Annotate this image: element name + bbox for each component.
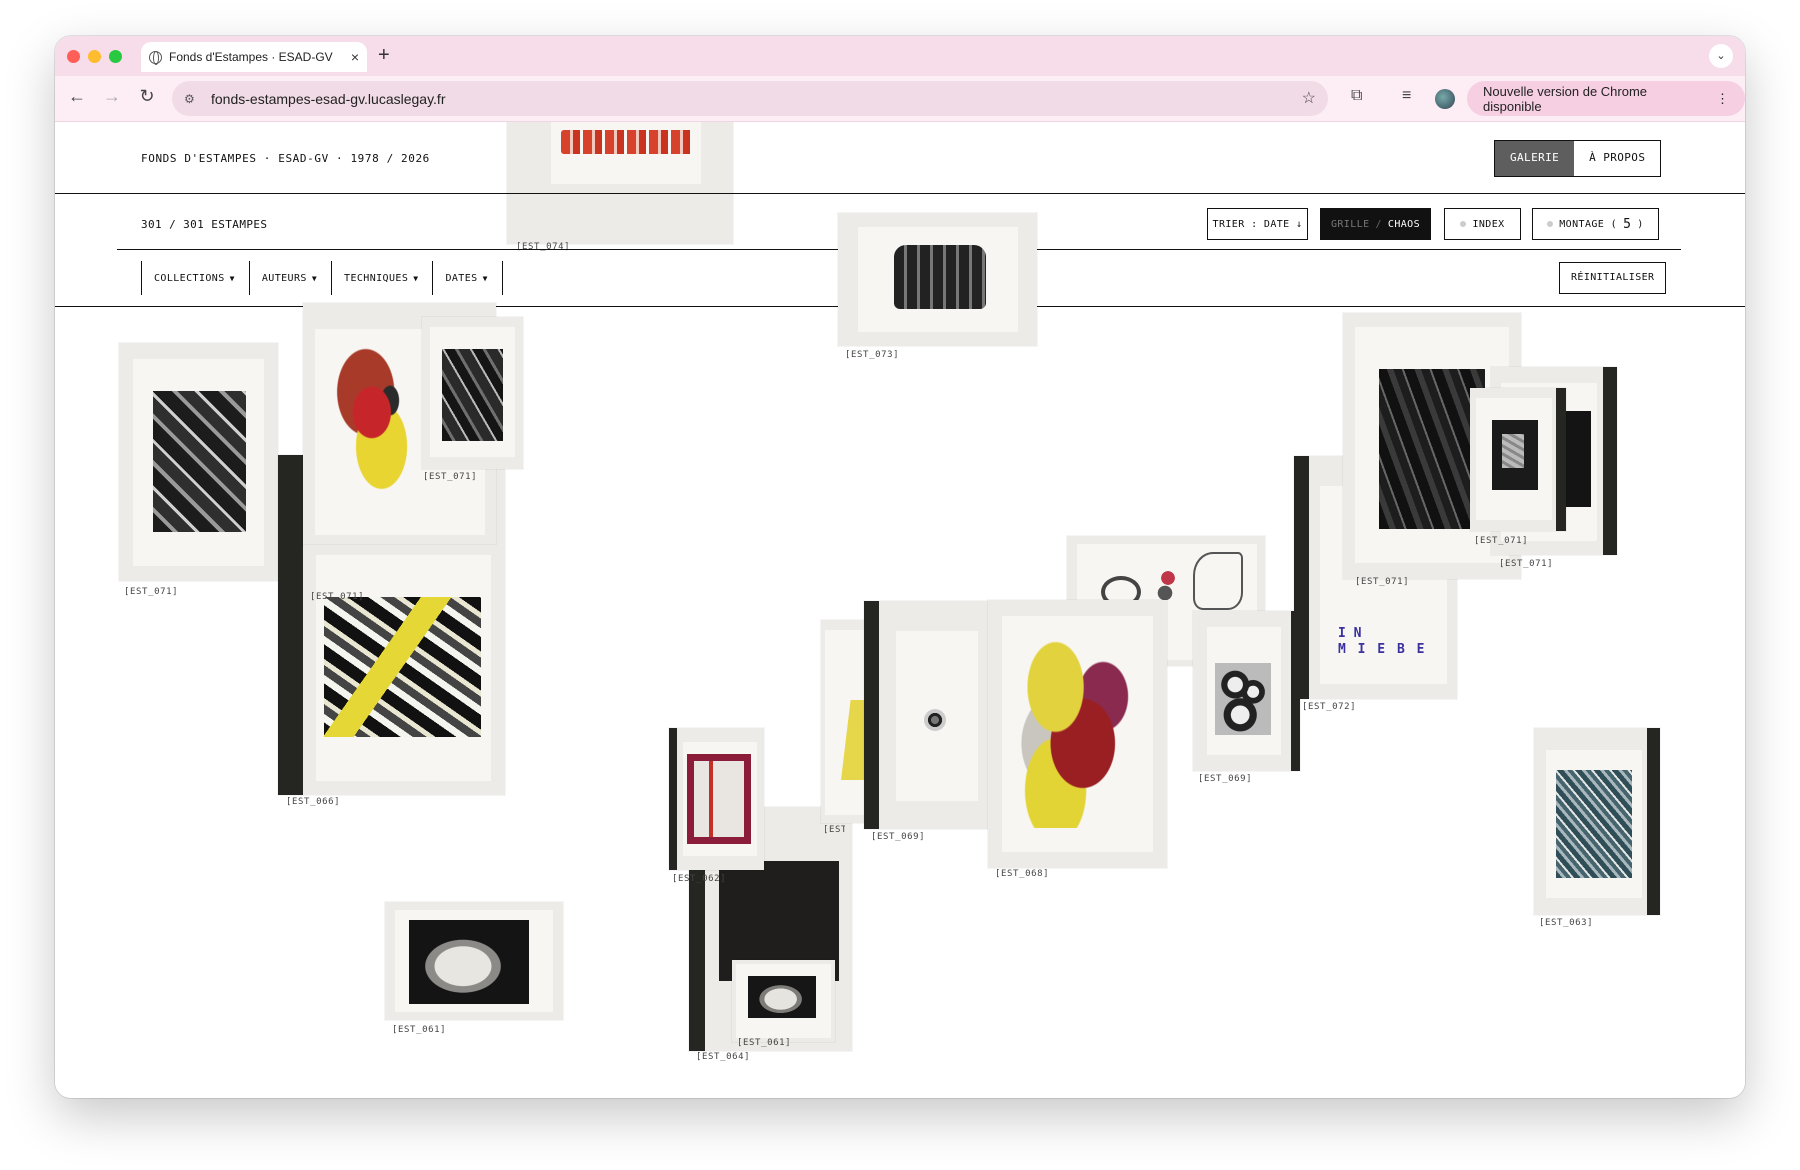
montage-count: 5	[1623, 216, 1632, 232]
print-est-061-b[interactable]	[732, 960, 835, 1042]
view-chaos-option[interactable]: CHAOS	[1388, 219, 1420, 230]
sort-label: TRIER : DATE ↓	[1212, 218, 1303, 230]
result-count: 301 / 301 ESTAMPES	[141, 218, 268, 231]
caret-down-icon: ▼	[229, 273, 235, 283]
tab-title: Fonds d'Estampes · ESAD-GV	[169, 50, 333, 64]
print-est-071-c[interactable]	[422, 317, 523, 469]
toggle-dot-icon	[1547, 221, 1554, 227]
reset-button[interactable]: RÉINITIALISER	[1559, 262, 1667, 294]
reload-icon[interactable]: ↻	[135, 86, 159, 107]
filter-techniques[interactable]: TECHNIQUES ▼	[331, 261, 432, 295]
print-label: [EST_061]	[392, 1025, 447, 1035]
extensions-icon[interactable]: ⧉	[1351, 87, 1362, 105]
toggle-dot-icon	[1460, 221, 1467, 227]
print-est-062[interactable]	[669, 728, 764, 870]
filter-label: COLLECTIONS	[154, 272, 225, 284]
forward-arrow-icon[interactable]: →	[100, 86, 124, 107]
index-toggle[interactable]: INDEX	[1444, 208, 1521, 240]
print-label: [EST_067]	[823, 825, 845, 835]
print-label: [EST_074]	[516, 242, 571, 252]
filter-auteurs[interactable]: AUTEURS ▼	[248, 261, 331, 295]
caret-down-icon: ▼	[482, 273, 488, 283]
globe-icon	[149, 50, 162, 65]
site-settings-icon[interactable]: ⚙	[184, 92, 200, 106]
main-nav: GALERIE À PROPOS	[1494, 140, 1662, 177]
view-grid-option[interactable]: GRILLE	[1331, 219, 1370, 230]
new-tab-icon[interactable]: +	[378, 44, 390, 67]
tab-search-icon[interactable]: ⌄	[1709, 44, 1733, 68]
bookmark-star-icon[interactable]: ☆	[1302, 88, 1316, 108]
print-label: [EST_063]	[1539, 918, 1594, 928]
print-est-061-a[interactable]	[385, 902, 563, 1020]
nav-a-propos[interactable]: À PROPOS	[1574, 141, 1661, 176]
close-window-icon[interactable]	[67, 50, 80, 63]
view-separator: /	[1375, 218, 1382, 230]
update-label: Nouvelle version de Chrome disponible	[1483, 83, 1648, 114]
print-label: [EST_071]	[310, 592, 365, 602]
print-label: [EST_064]	[696, 1052, 751, 1062]
print-text: I N	[1338, 626, 1362, 641]
print-est-068[interactable]	[988, 600, 1167, 868]
print-text: M I E B E	[1338, 642, 1427, 657]
filter-bar: COLLECTIONS ▼ AUTEURS ▼ TECHNIQUES ▼ DATES ▼	[141, 261, 503, 295]
nav-galerie[interactable]: GALERIE	[1495, 141, 1575, 176]
print-label: [EST_073]	[845, 350, 900, 360]
montage-suffix: )	[1637, 218, 1644, 230]
kebab-menu-icon[interactable]: ⋮	[1716, 91, 1729, 107]
print-est-069-a[interactable]	[864, 601, 991, 829]
browser-window: Fonds d'Estampes · ESAD-GV × + ⌄ ← → ↻ ⚙…	[55, 36, 1745, 1098]
filter-dates[interactable]: DATES ▼	[432, 261, 503, 295]
browser-tab-strip: Fonds d'Estampes · ESAD-GV × + ⌄ ← → ↻ ⚙…	[55, 36, 1745, 122]
filter-label: AUTEURS	[261, 272, 307, 284]
print-label: [EST_069]	[1198, 774, 1253, 784]
filter-collections[interactable]: COLLECTIONS ▼	[141, 261, 249, 295]
print-label: [EST_069]	[871, 832, 926, 842]
url-text[interactable]: fonds-estampes-esad-gv.lucaslegay.fr	[211, 91, 445, 107]
gallery-page: [EST_074] FONDS D'ESTAMPES · ESAD-GV · 1…	[55, 122, 1745, 1098]
print-est-073[interactable]	[838, 213, 1037, 346]
print-label: [EST_071]	[1355, 577, 1410, 587]
print-label: [EST_072]	[1302, 702, 1357, 712]
maximize-window-icon[interactable]	[109, 50, 122, 63]
print-est-071-g[interactable]	[1470, 388, 1566, 531]
media-controls-icon[interactable]: ≡	[1402, 87, 1411, 105]
print-label: [EST_061]	[737, 1038, 792, 1048]
browser-toolbar: ← → ↻ ⚙ fonds-estampes-esad-gv.lucaslega…	[55, 76, 1745, 122]
print-est-071-a[interactable]	[119, 343, 278, 581]
caret-down-icon: ▼	[311, 273, 318, 283]
print-label: [EST_071]	[1499, 559, 1554, 569]
index-label: INDEX	[1472, 218, 1505, 230]
montage-prefix: MONTAGE (	[1559, 218, 1618, 230]
back-arrow-icon[interactable]: ←	[65, 86, 89, 107]
chrome-update-button[interactable]: Nouvelle version de Chrome disponible ⋮	[1467, 81, 1745, 116]
address-bar[interactable]: ⚙ fonds-estampes-esad-gv.lucaslegay.fr ☆	[172, 81, 1328, 116]
site-title[interactable]: FONDS D'ESTAMPES · ESAD-GV · 1978 / 2026	[141, 152, 430, 165]
sort-button[interactable]: TRIER : DATE ↓	[1207, 208, 1308, 240]
print-est-069-b[interactable]	[1193, 611, 1300, 771]
print-label: [EST_071]	[1474, 536, 1529, 546]
print-est-074[interactable]	[507, 122, 733, 244]
header-divider	[55, 193, 1745, 194]
print-label: [EST_062]	[672, 874, 727, 884]
profile-avatar[interactable]	[1435, 89, 1455, 109]
caret-down-icon: ▼	[413, 273, 419, 283]
print-label: [EST_071]	[124, 587, 179, 597]
filter-label: DATES	[445, 272, 478, 284]
print-est-063[interactable]	[1534, 728, 1660, 915]
minimize-window-icon[interactable]	[88, 50, 101, 63]
print-label: [EST_071]	[423, 472, 478, 482]
view-toggle[interactable]: GRILLE / CHAOS	[1320, 208, 1431, 240]
browser-tab[interactable]: Fonds d'Estampes · ESAD-GV ×	[141, 42, 367, 72]
print-label: [EST_068]	[995, 869, 1050, 879]
tab-close-icon[interactable]: ×	[351, 49, 359, 65]
montage-toggle[interactable]: MONTAGE ( 5 )	[1532, 208, 1659, 240]
filter-label: TECHNIQUES	[344, 272, 409, 284]
print-label: [EST_066]	[286, 797, 341, 807]
